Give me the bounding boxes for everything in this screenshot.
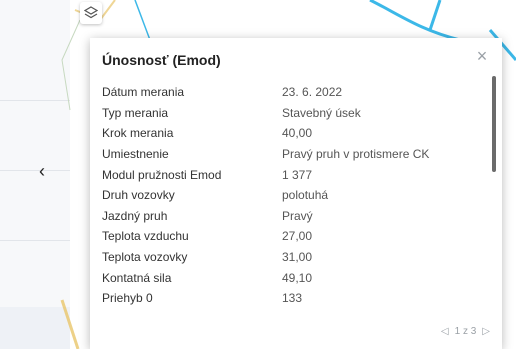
attribute-row: Teplota vozovky 31,00 <box>102 247 482 268</box>
attribute-label: Druh vozovky <box>102 188 175 203</box>
attribute-row: Priehyb 0 133 <box>102 288 482 309</box>
attribute-value: 49,10 <box>282 270 313 285</box>
attribute-row: Druh vozovky polotuhá <box>102 185 482 206</box>
attribute-label: Kontatná sila <box>102 270 172 285</box>
page-indicator: 1 z 3 <box>454 325 477 337</box>
attribute-value: Pravý pruh v protismere CK <box>282 147 430 162</box>
feature-popup: Únosnosť (Emod) × Dátum merania 23. 6. 20… <box>90 38 502 349</box>
attribute-value: polotuhá <box>282 188 329 203</box>
popup-title: Únosnosť (Emod) <box>102 52 221 68</box>
attribute-value: 27,00 <box>282 229 313 244</box>
attribute-row: Jazdný pruh Pravý <box>102 206 482 227</box>
attribute-label: Teplota vozovky <box>102 250 188 265</box>
attribute-row: Kontatná sila 49,10 <box>102 267 482 288</box>
attribute-label: Jazdný pruh <box>102 208 168 223</box>
layers-button[interactable] <box>80 2 102 24</box>
attribute-label: Typ merania <box>102 105 169 120</box>
close-icon[interactable]: × <box>474 47 490 65</box>
attribute-row: Krok merania 40,00 <box>102 123 482 144</box>
layers-icon <box>84 6 98 19</box>
attribute-value: 31,00 <box>282 250 313 265</box>
attribute-value: 1 377 <box>282 167 313 182</box>
attribute-value: Stavebný úsek <box>282 105 361 120</box>
attribute-label: Priehyb 0 <box>102 291 153 306</box>
attribute-list: Dátum merania 23. 6. 2022 Typ merania Stave… <box>102 82 482 309</box>
next-page-icon[interactable]: ▷ <box>482 326 490 337</box>
attribute-label: Krok merania <box>102 126 174 141</box>
attribute-label: Dátum merania <box>102 85 185 100</box>
scrollbar[interactable] <box>492 76 496 172</box>
attribute-value: 23. 6. 2022 <box>282 85 343 100</box>
pager: ◁ 1 z 3 ▷ <box>441 323 490 339</box>
attribute-row: Teplota vzduchu 27,00 <box>102 226 482 247</box>
attribute-row: Dátum merania 23. 6. 2022 <box>102 82 482 103</box>
attribute-value: 40,00 <box>282 126 313 141</box>
attribute-row: Typ merania Stavebný úsek <box>102 103 482 124</box>
attribute-value: 133 <box>282 291 303 306</box>
chevron-left-icon[interactable]: ‹ <box>34 162 50 180</box>
attribute-label: Umiestnenie <box>102 147 169 162</box>
attribute-label: Teplota vzduchu <box>102 229 189 244</box>
attribute-value: Pravý <box>282 208 313 223</box>
attribute-row: Modul pružnosti Emod 1 377 <box>102 164 482 185</box>
prev-page-icon[interactable]: ◁ <box>441 326 449 337</box>
attribute-label: Modul pružnosti Emod <box>102 167 222 182</box>
attribute-row: Umiestnenie Pravý pruh v protismere CK <box>102 144 482 165</box>
